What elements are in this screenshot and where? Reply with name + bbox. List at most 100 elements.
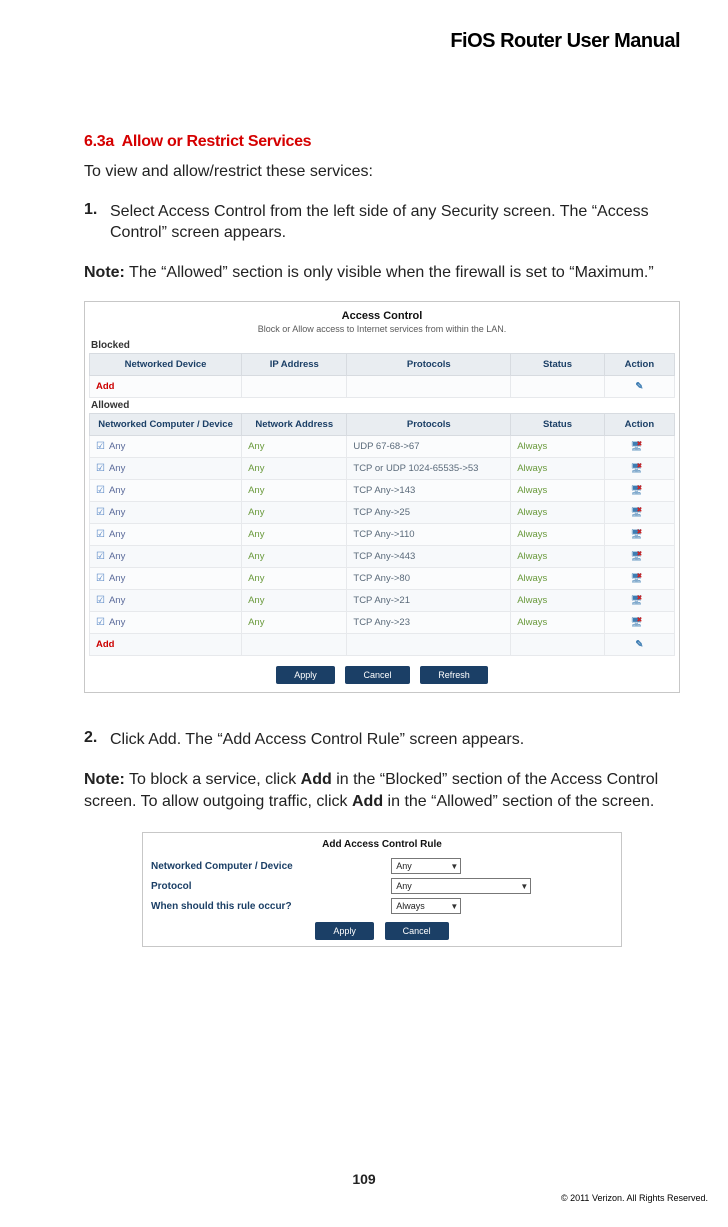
cell-status: Always — [511, 502, 605, 524]
device-link[interactable]: Any — [109, 573, 125, 584]
delete-icon[interactable]: 🖥 — [630, 441, 648, 452]
delete-icon[interactable]: 🖥 — [630, 617, 648, 628]
cell-protocol: TCP Any->443 — [347, 546, 511, 568]
chevron-down-icon: ▼ — [520, 882, 528, 891]
form-label: Protocol — [151, 881, 391, 892]
step-1-number: 1. — [84, 201, 110, 244]
checkbox-icon[interactable]: ☑ — [96, 551, 105, 562]
cell-address: Any — [242, 458, 347, 480]
delete-icon[interactable]: 🖥 — [630, 463, 648, 474]
cell-address: Any — [242, 436, 347, 458]
cell-status: Always — [511, 458, 605, 480]
checkbox-icon[interactable]: ☑ — [96, 507, 105, 518]
apply-button[interactable]: Apply — [276, 666, 335, 684]
table-row: ☑AnyAnyTCP Any->21Always🖥 — [90, 590, 675, 612]
cell-address: Any — [242, 590, 347, 612]
device-link[interactable]: Any — [109, 595, 125, 606]
allowed-th-action: Action — [604, 414, 674, 436]
blocked-th-action: Action — [604, 354, 674, 376]
note-2-label: Note: — [84, 771, 125, 788]
delete-icon[interactable]: 🖥 — [630, 595, 648, 606]
checkbox-icon[interactable]: ☑ — [96, 595, 105, 606]
blocked-add-row[interactable]: Add ✎ — [90, 376, 675, 398]
step-1-pre: Select — [110, 203, 158, 220]
chevron-down-icon: ▼ — [450, 862, 458, 871]
refresh-button[interactable]: Refresh — [420, 666, 488, 684]
checkbox-icon[interactable]: ☑ — [96, 529, 105, 540]
copyright: © 2011 Verizon. All Rights Reserved. — [561, 1193, 708, 1203]
cell-protocol: TCP Any->110 — [347, 524, 511, 546]
step-1: 1. Select Access Control from the left s… — [84, 201, 680, 244]
blocked-section-label: Blocked — [91, 340, 675, 351]
delete-icon[interactable]: 🖥 — [630, 573, 648, 584]
cell-address: Any — [242, 546, 347, 568]
allowed-th-device: Networked Computer / Device — [90, 414, 242, 436]
note-2-b1: Add — [301, 771, 332, 788]
cell-protocol: TCP Any->25 — [347, 502, 511, 524]
add-rule-screenshot: Add Access Control Rule Networked Comput… — [142, 832, 622, 947]
cancel-button[interactable]: Cancel — [345, 666, 409, 684]
form-row: ProtocolAny▼ — [147, 876, 617, 896]
blocked-th-device: Networked Device — [90, 354, 242, 376]
device-link[interactable]: Any — [109, 485, 125, 496]
device-link[interactable]: Any — [109, 507, 125, 518]
select-dropdown[interactable]: Always▼ — [391, 898, 461, 914]
table-row: ☑AnyAnyTCP Any->80Always🖥 — [90, 568, 675, 590]
edit-icon[interactable]: ✎ — [635, 639, 643, 650]
table-row: ☑AnyAnyTCP Any->23Always🖥 — [90, 612, 675, 634]
checkbox-icon[interactable]: ☑ — [96, 441, 105, 452]
blocked-add-link[interactable]: Add — [90, 376, 242, 398]
select-value: Always — [396, 901, 425, 911]
cell-protocol: TCP Any->80 — [347, 568, 511, 590]
allowed-add-row[interactable]: Add ✎ — [90, 634, 675, 656]
delete-icon[interactable]: 🖥 — [630, 507, 648, 518]
form-row: When should this rule occur?Always▼ — [147, 896, 617, 916]
cell-protocol: TCP Any->21 — [347, 590, 511, 612]
fig2-cancel-button[interactable]: Cancel — [385, 922, 449, 940]
fig1-button-row: Apply Cancel Refresh — [89, 666, 675, 684]
cell-protocol: UDP 67-68->67 — [347, 436, 511, 458]
select-value: Any — [396, 861, 412, 871]
table-row: ☑AnyAnyTCP Any->25Always🖥 — [90, 502, 675, 524]
page-header: FiOS Router User Manual — [84, 30, 680, 53]
form-row: Networked Computer / Device Any ▼ — [147, 856, 617, 876]
step-2-bold: Add — [148, 731, 176, 748]
allowed-add-link[interactable]: Add — [90, 634, 242, 656]
step-1-bold: Access Control — [158, 203, 266, 220]
page-number: 109 — [0, 1171, 728, 1187]
device-link[interactable]: Any — [109, 463, 125, 474]
cell-protocol: TCP Any->143 — [347, 480, 511, 502]
delete-icon[interactable]: 🖥 — [630, 529, 648, 540]
delete-icon[interactable]: 🖥 — [630, 551, 648, 562]
cell-protocol: TCP Any->23 — [347, 612, 511, 634]
device-link[interactable]: Any — [109, 551, 125, 562]
table-row: ☑AnyAnyTCP Any->143Always🖥 — [90, 480, 675, 502]
table-row: ☑AnyAnyTCP Any->443Always🖥 — [90, 546, 675, 568]
device-link[interactable]: Any — [109, 617, 125, 628]
allowed-th-status: Status — [511, 414, 605, 436]
step-2-post: . The “Add Access Control Rule” screen a… — [177, 731, 524, 748]
form-label: Networked Computer / Device — [151, 861, 391, 872]
fig2-apply-button[interactable]: Apply — [315, 922, 374, 940]
device-link[interactable]: Any — [109, 529, 125, 540]
checkbox-icon[interactable]: ☑ — [96, 573, 105, 584]
blocked-table: Networked Device IP Address Protocols St… — [89, 353, 675, 398]
fig2-title: Add Access Control Rule — [147, 839, 617, 850]
note-2: Note: To block a service, click Add in t… — [84, 769, 680, 812]
note-1-label: Note: — [84, 264, 125, 281]
delete-icon[interactable]: 🖥 — [630, 485, 648, 496]
checkbox-icon[interactable]: ☑ — [96, 485, 105, 496]
device-link[interactable]: Any — [109, 441, 125, 452]
edit-icon[interactable]: ✎ — [635, 381, 643, 392]
select-dropdown[interactable]: Any▼ — [391, 878, 531, 894]
step-2: 2. Click Add. The “Add Access Control Ru… — [84, 729, 680, 751]
note-2-b2: Add — [352, 793, 383, 810]
section-title: 6.3a Allow or Restrict Services — [84, 133, 680, 151]
allowed-th-proto: Protocols — [347, 414, 511, 436]
table-row: ☑AnyAnyTCP Any->110Always🖥 — [90, 524, 675, 546]
checkbox-icon[interactable]: ☑ — [96, 617, 105, 628]
checkbox-icon[interactable]: ☑ — [96, 463, 105, 474]
select-dropdown[interactable]: Any ▼ — [391, 858, 461, 874]
step-2-number: 2. — [84, 729, 110, 751]
cell-status: Always — [511, 546, 605, 568]
